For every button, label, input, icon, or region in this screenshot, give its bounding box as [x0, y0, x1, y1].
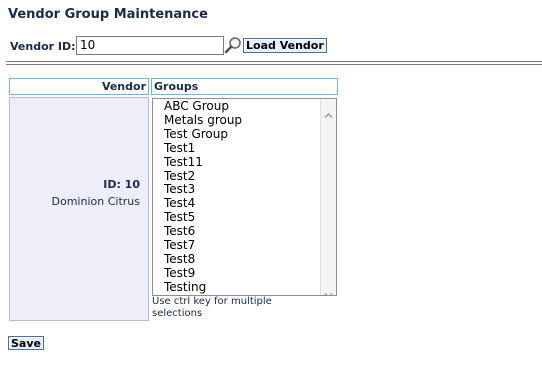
- group-option[interactable]: Test1: [164, 141, 242, 156]
- multi-select-hint: Use ctrl key for multiple selections: [152, 296, 272, 319]
- chevron-down-icon[interactable]: [324, 284, 333, 295]
- group-option[interactable]: Test5: [164, 210, 242, 225]
- group-option[interactable]: Test8: [164, 252, 242, 267]
- chevron-up-icon[interactable]: [324, 104, 333, 118]
- group-option[interactable]: Test4: [164, 196, 242, 211]
- load-vendor-button[interactable]: Load Vendor: [243, 38, 327, 53]
- vendor-id-input[interactable]: [76, 36, 224, 55]
- group-option[interactable]: Metals group: [164, 113, 242, 128]
- vendor-id-display: ID: 10: [103, 178, 140, 191]
- magnifier-icon[interactable]: [224, 36, 242, 54]
- group-option[interactable]: Test7: [164, 238, 242, 253]
- save-button[interactable]: Save: [8, 336, 44, 350]
- group-option[interactable]: Test9: [164, 266, 242, 281]
- column-header-vendor: Vendor: [9, 78, 149, 95]
- divider: [6, 64, 542, 65]
- page-title: Vendor Group Maintenance: [8, 7, 208, 22]
- vendor-id-label: Vendor ID:: [10, 40, 76, 53]
- group-option[interactable]: Testing: [164, 280, 242, 295]
- groups-list: ABC Group Metals group Test Group Test1 …: [164, 99, 242, 295]
- group-option[interactable]: Test11: [164, 155, 242, 170]
- divider: [6, 61, 542, 62]
- groups-multiselect[interactable]: ABC Group Metals group Test Group Test1 …: [152, 98, 337, 296]
- vendor-name: Dominion Citrus: [51, 195, 140, 208]
- group-option[interactable]: Test2: [164, 169, 242, 184]
- groups-scrollbar[interactable]: [320, 99, 336, 295]
- group-option[interactable]: Test6: [164, 224, 242, 239]
- group-option[interactable]: Test3: [164, 183, 242, 197]
- group-option[interactable]: ABC Group: [164, 99, 242, 114]
- vendor-info-cell: ID: 10 Dominion Citrus: [9, 97, 149, 321]
- group-option[interactable]: Test Group: [164, 127, 242, 142]
- column-header-groups: Groups: [151, 78, 338, 95]
